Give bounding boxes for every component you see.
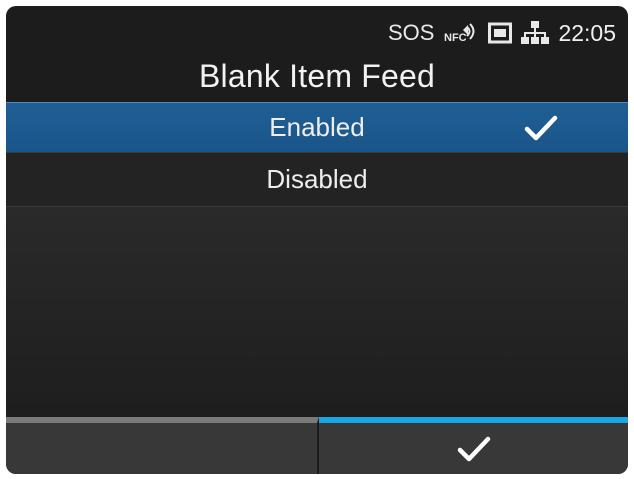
option-list: Enabled Disabled — [6, 102, 628, 207]
list-empty-area — [6, 207, 628, 415]
status-bar: SOS NFC 22:05 — [388, 18, 616, 48]
sos-indicator: SOS — [387, 20, 435, 45]
confirm-softkey[interactable] — [319, 417, 628, 474]
left-softkey[interactable] — [6, 417, 319, 474]
option-disabled[interactable]: Disabled — [6, 152, 628, 207]
option-enabled[interactable]: Enabled — [6, 102, 628, 152]
memory-card-icon — [488, 22, 513, 44]
check-icon — [457, 435, 491, 463]
softkey-bar — [6, 417, 628, 474]
nfc-icon: NFC — [443, 21, 479, 45]
svg-text:NFC: NFC — [444, 32, 467, 44]
option-label: Disabled — [266, 164, 368, 194]
selected-check-icon — [524, 114, 558, 142]
printer-screen: SOS NFC 22:05 Blank Item Feed Enabled Di… — [6, 6, 628, 474]
clock: 22:05 — [558, 19, 616, 46]
page-title: Blank Item Feed — [199, 58, 435, 94]
lan-icon — [521, 20, 550, 46]
option-label: Enabled — [269, 112, 365, 142]
